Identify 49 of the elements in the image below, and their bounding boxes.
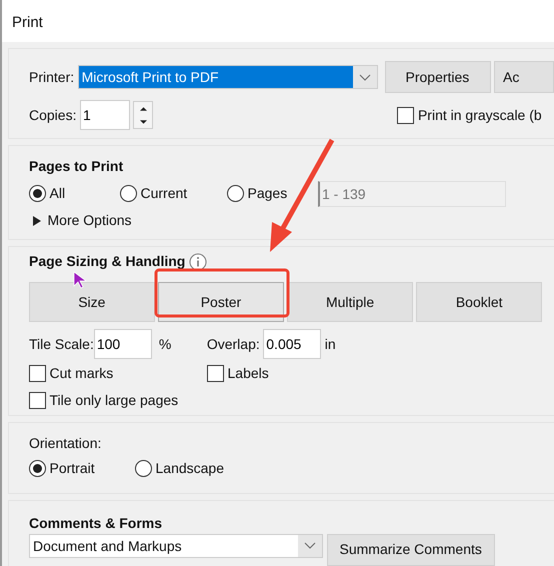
comments-dropdown[interactable]: Document and Markups <box>29 534 323 558</box>
section-heading: Page Sizing & Handling <box>29 252 186 271</box>
checkbox[interactable] <box>207 364 224 382</box>
overlap-field[interactable]: 0.005 <box>263 329 322 359</box>
summarize-comments-button[interactable]: Summarize Comments <box>326 534 495 566</box>
radio-button[interactable] <box>120 185 137 202</box>
checkbox-label: Tile only large pages <box>50 390 178 410</box>
printer-label: Printer: <box>29 68 74 86</box>
up-arrow-icon <box>140 106 147 110</box>
checkbox-label: Cut marks <box>50 364 114 382</box>
tile-scale-label: Tile Scale: <box>29 334 94 354</box>
radio-label: Landscape <box>156 458 224 478</box>
copies-spinner[interactable] <box>133 101 154 129</box>
caret-icon <box>304 542 316 549</box>
caret-icon <box>358 74 370 80</box>
tile-scale-field[interactable]: 100 <box>94 329 152 359</box>
section-heading: Comments & Forms <box>29 514 164 532</box>
more-options-toggle[interactable]: More Options <box>32 210 132 231</box>
overlap-label: Overlap: <box>206 334 260 354</box>
radio-button[interactable] <box>135 460 152 476</box>
checkbox-label: Labels <box>228 364 269 382</box>
section-heading: Orientation: <box>29 434 102 453</box>
mode-tab[interactable]: Booklet <box>416 282 542 322</box>
checkbox-label: Print in grayscale (b <box>418 106 542 125</box>
unit-label: in <box>324 334 336 354</box>
mode-tab[interactable]: Multiple <box>287 282 413 322</box>
cursor-icon <box>74 271 88 288</box>
window-title: Print <box>12 14 43 31</box>
info-icon[interactable] <box>188 252 207 270</box>
copies-label: Copies: <box>29 106 76 125</box>
dialog-button[interactable]: Properties <box>384 61 490 93</box>
radio-button[interactable] <box>29 460 46 476</box>
down-arrow-icon <box>140 120 147 124</box>
checkbox[interactable] <box>397 106 414 124</box>
checkbox[interactable] <box>29 364 46 382</box>
section-heading: Pages to Print <box>29 157 124 176</box>
radio-label: Pages <box>248 184 288 203</box>
dialog-button[interactable]: Ac <box>494 61 554 93</box>
printer-dropdown[interactable]: Microsoft Print to PDF <box>78 65 378 89</box>
radio-label: All <box>50 184 66 203</box>
radio-label: Current <box>140 184 188 203</box>
unit-label: % <box>158 334 172 354</box>
radio-button[interactable] <box>29 185 46 202</box>
copies-field[interactable]: 1 <box>80 100 130 130</box>
mode-tab[interactable]: Poster <box>158 282 284 322</box>
mode-tab[interactable]: Size <box>29 282 155 322</box>
checkbox[interactable] <box>29 392 46 408</box>
radio-label: Portrait <box>50 458 95 478</box>
radio-button[interactable] <box>227 185 244 202</box>
